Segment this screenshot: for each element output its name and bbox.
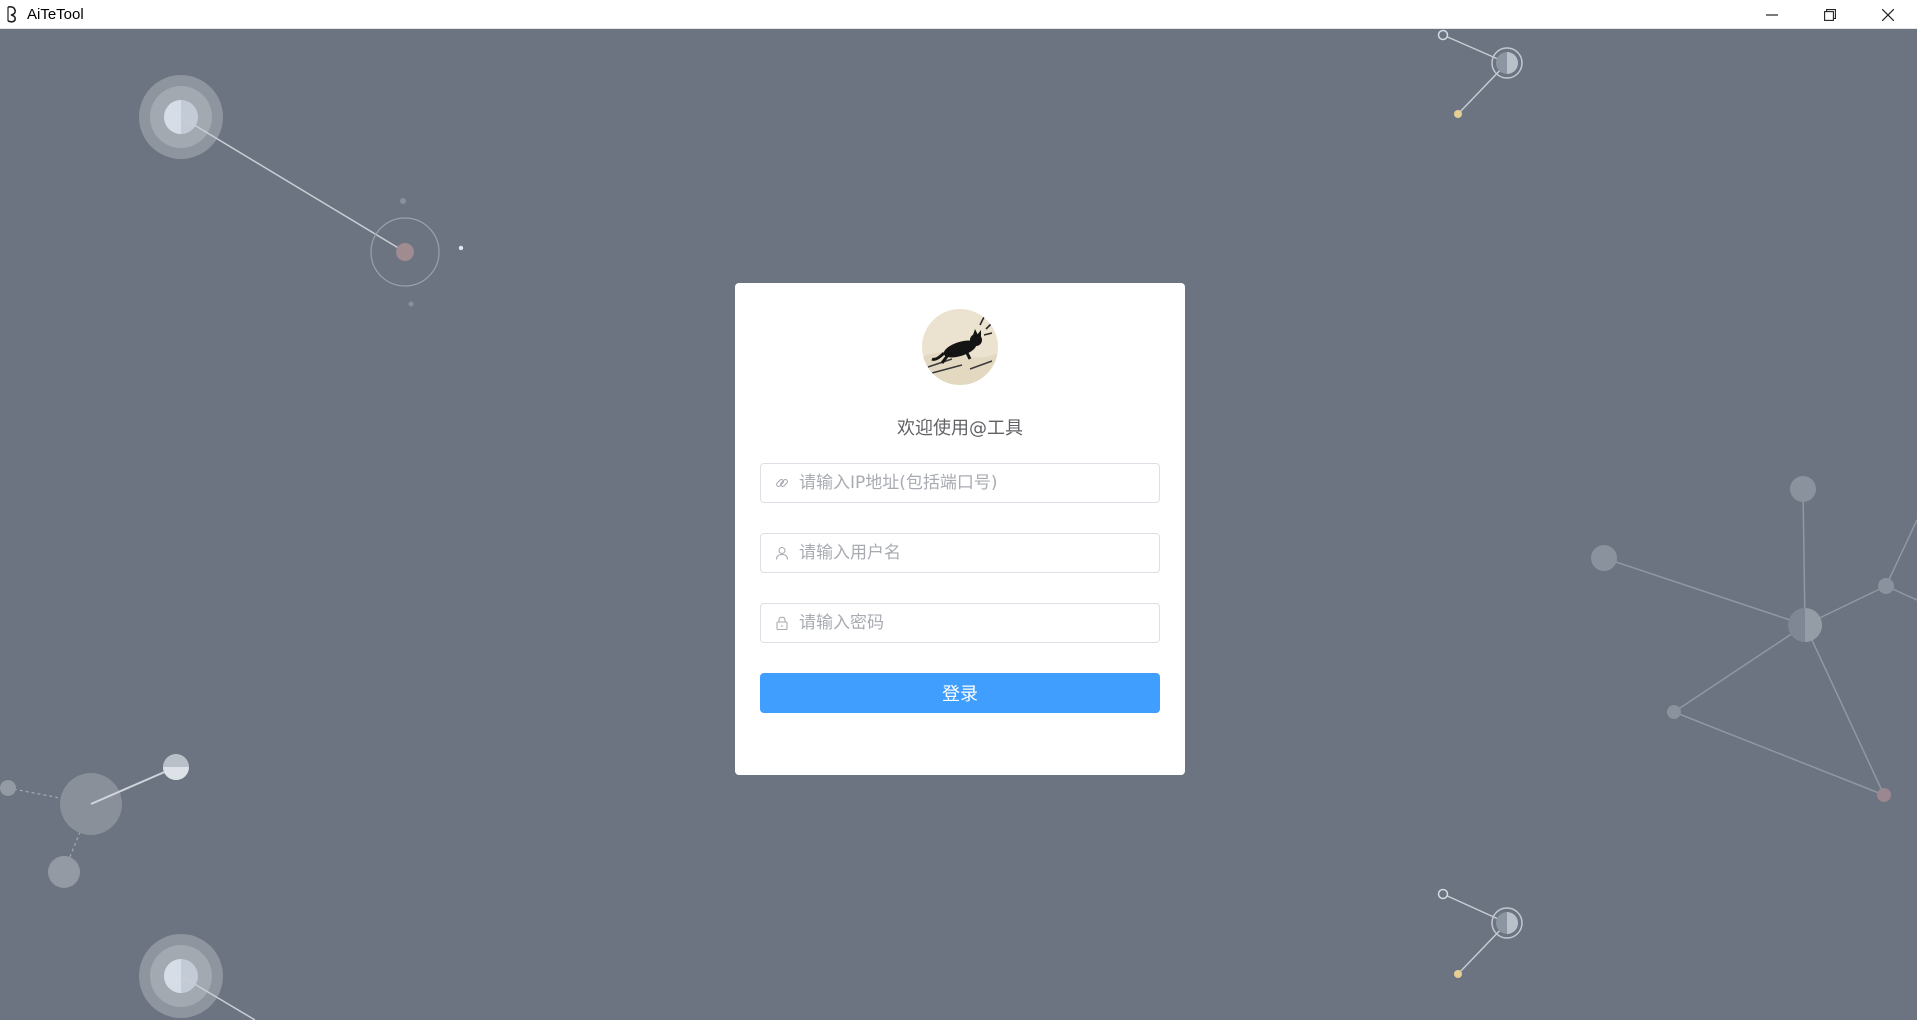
particle-cluster-top-left bbox=[139, 75, 464, 307]
close-button[interactable] bbox=[1859, 0, 1917, 29]
login-button[interactable]: 登录 bbox=[760, 673, 1160, 713]
ip-address-input[interactable] bbox=[799, 465, 1159, 501]
lock-icon bbox=[775, 616, 789, 630]
restore-icon bbox=[1824, 8, 1836, 21]
password-input[interactable] bbox=[799, 605, 1159, 641]
title-bar[interactable]: AiTeTool bbox=[0, 0, 1917, 29]
window-controls bbox=[1743, 0, 1917, 29]
cat-avatar-image bbox=[922, 309, 998, 385]
app-logo-icon bbox=[5, 5, 21, 23]
minimize-button[interactable] bbox=[1743, 0, 1801, 29]
particle-network-right bbox=[1591, 476, 1917, 802]
minimize-icon bbox=[1766, 13, 1778, 16]
particle-cluster-top-right bbox=[1437, 29, 1523, 118]
login-card: 欢迎使用@工具 请输入IP地址(包括端口号) 请输入用户名 登录 bbox=[735, 283, 1185, 775]
welcome-heading: 欢迎使用@工具 bbox=[897, 418, 1023, 439]
close-icon bbox=[1882, 8, 1894, 21]
restore-button[interactable] bbox=[1801, 0, 1859, 29]
user-icon bbox=[775, 546, 789, 560]
username-input[interactable] bbox=[799, 535, 1159, 571]
app-title: AiTeTool bbox=[27, 5, 84, 23]
username-field[interactable] bbox=[760, 533, 1160, 573]
particle-cluster-bottom-left-glow bbox=[139, 934, 256, 1020]
particle-cluster-bottom-right bbox=[1437, 888, 1523, 978]
ip-address-field[interactable] bbox=[760, 463, 1160, 503]
app-window: AiTeTool 欢迎使用@工具 请输入IP地址(包括端口号) 请输入用户名 登… bbox=[0, 0, 1917, 1020]
password-field[interactable] bbox=[760, 603, 1160, 643]
link-icon bbox=[775, 476, 789, 490]
particle-cluster-bottom-left bbox=[0, 754, 189, 888]
avatar bbox=[922, 309, 998, 385]
